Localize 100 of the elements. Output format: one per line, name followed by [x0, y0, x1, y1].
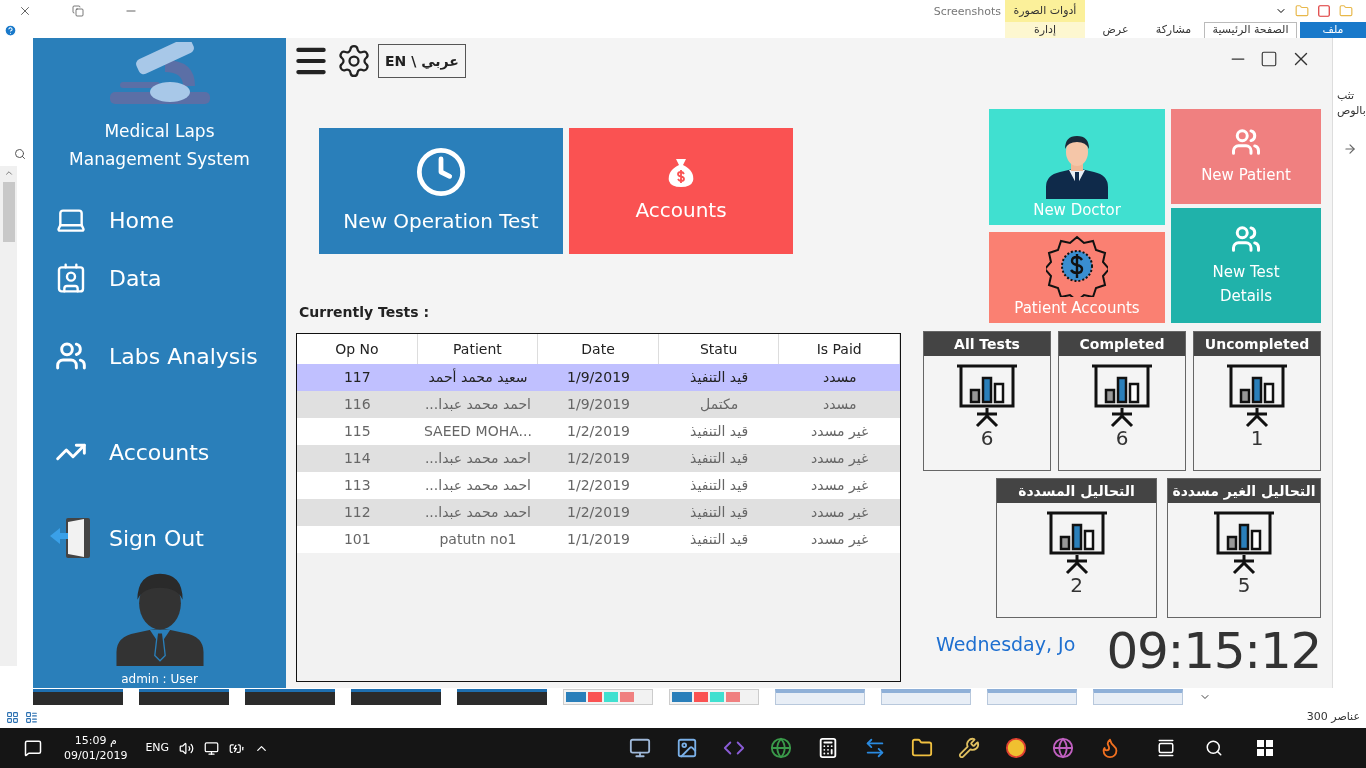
table-cell-text: قيد التنفيذ	[690, 476, 749, 495]
table-cell-text: 113	[343, 476, 371, 495]
thumbnail[interactable]	[139, 689, 229, 705]
nav-item[interactable]: Accounts	[33, 432, 286, 472]
close-icon[interactable]	[18, 4, 32, 18]
folder-icon[interactable]	[911, 737, 934, 759]
thumbnail[interactable]	[351, 689, 441, 705]
dollar-badge-icon	[1046, 234, 1108, 297]
table-cell-text: 1/2/2019	[567, 422, 630, 441]
table-cell-text: ...احمد محمد عبدا	[424, 449, 531, 468]
search-icon[interactable]	[1205, 739, 1224, 757]
app-title: Medical Laps	[104, 120, 215, 142]
search-icon	[14, 148, 26, 160]
table-cell-text: غير مسدد	[811, 530, 869, 549]
stat-value: 5	[1237, 575, 1251, 595]
stat-title: التحاليل الغير مسددة	[1168, 479, 1320, 503]
tile-button[interactable]: New Operation Test	[319, 128, 563, 254]
user-label: admin : User	[121, 671, 198, 688]
table-cell-text: غير مسدد	[811, 449, 869, 468]
circle-icon[interactable]	[1005, 737, 1028, 759]
window-title: Screenshots	[933, 4, 1001, 20]
table-cell-text: قيد التنفيذ	[690, 503, 749, 522]
volume-icon[interactable]	[179, 740, 195, 756]
users-icon	[55, 340, 87, 372]
scrollbar-thumb[interactable]	[2, 182, 15, 242]
presentation-chart-icon	[1090, 364, 1154, 428]
language-button[interactable]: EN \ عربي	[378, 44, 466, 78]
table-cell-text: ...احمد محمد عبدا	[424, 395, 531, 414]
table-cell-text: ...احمد محمد عبدا	[424, 503, 531, 522]
doctor-figure-icon	[1044, 134, 1110, 199]
ribbon-tab[interactable]: عرض	[1088, 22, 1143, 38]
thumbnail[interactable]	[457, 689, 547, 705]
ribbon-tab[interactable]: الصفحة الرئيسية	[1204, 22, 1297, 38]
table-cell-text: 115	[343, 422, 371, 441]
stat-card[interactable]: Uncompleted 1	[1193, 331, 1321, 471]
table-cell-text: قيد التنفيذ	[690, 449, 749, 468]
nav-item[interactable]: Labs Analysis	[33, 336, 286, 376]
thumbnail[interactable]	[245, 689, 335, 705]
table-cell-text: 1/2/2019	[567, 449, 630, 468]
stat-title: Uncompleted	[1194, 332, 1320, 356]
ribbon-tab[interactable]: إدارة	[1005, 22, 1085, 38]
item-count: 300 عناصر	[1306, 708, 1360, 725]
users-icon	[1231, 223, 1261, 254]
table-cell-text: مسدد	[822, 395, 857, 414]
table-cell-text: قيد التنفيذ	[690, 422, 749, 441]
table-cell-text: مكتمل	[700, 395, 739, 414]
scrollbar[interactable]	[0, 166, 17, 666]
help-icon[interactable]	[4, 23, 17, 37]
table-cell-text: غير مسدد	[811, 422, 869, 441]
thumbnail[interactable]	[1093, 689, 1183, 705]
monitor-icon[interactable]	[629, 737, 652, 759]
thumbnail[interactable]	[33, 689, 123, 705]
clock-icon	[415, 146, 467, 198]
globe-icon[interactable]	[1052, 737, 1075, 759]
thumbnail[interactable]	[987, 689, 1077, 705]
thumbnail[interactable]	[775, 689, 865, 705]
table-cell-text: 1/9/2019	[567, 395, 630, 414]
table-cell-text: patutn no1	[439, 530, 517, 549]
table-title: Currently Tests :	[299, 303, 431, 322]
table-cell-text: 112	[343, 503, 371, 522]
stat-value: 1	[1250, 428, 1264, 448]
task-view-icon[interactable]	[1157, 739, 1176, 757]
image-icon[interactable]	[676, 737, 699, 759]
details-view-icon[interactable]	[25, 710, 38, 724]
table-cell-text: غير مسدد	[811, 503, 869, 522]
presentation-chart-icon	[1044, 511, 1109, 575]
table-cell-text: غير مسدد	[811, 476, 869, 495]
start-icon[interactable]	[1257, 740, 1274, 756]
restore-icon[interactable]	[72, 5, 84, 17]
stat-value: 2	[1070, 575, 1083, 595]
wrench-icon[interactable]	[958, 737, 981, 759]
tiles-view-icon[interactable]	[6, 710, 19, 724]
users-icon	[1231, 126, 1261, 157]
stat-card[interactable]: Completed 6	[1058, 331, 1186, 471]
network-icon[interactable]	[204, 740, 220, 756]
nav-item[interactable]: Data	[33, 258, 286, 298]
stat-title: التحاليل المسددة	[997, 479, 1156, 503]
app-title: Management System	[69, 148, 250, 170]
stat-card[interactable]: All Tests 6	[923, 331, 1051, 471]
table-cell-text: قيد التنفيذ	[690, 368, 749, 387]
table-cell-text: مسدد	[822, 368, 857, 387]
ribbon-tab[interactable]: ملف	[1300, 22, 1366, 38]
table-cell-text: 1/1/2019	[567, 530, 630, 549]
table-cell-text: ...احمد محمد عبدا	[424, 476, 531, 495]
nav-item[interactable]: Sign Out	[33, 518, 286, 558]
language-indicator[interactable]: ENG	[145, 739, 170, 757]
table-cell-text: 114	[343, 449, 371, 468]
nav-item[interactable]: Home	[33, 200, 286, 240]
maximize-icon[interactable]	[1260, 50, 1278, 68]
presentation-chart-icon	[1225, 364, 1289, 428]
notification-icon[interactable]	[24, 739, 42, 757]
settings-icon[interactable]	[336, 43, 372, 79]
table-cell-text: SAEED MOHA...	[423, 422, 532, 441]
globe-icon[interactable]	[770, 737, 793, 759]
table-cell-text: 101	[343, 530, 371, 549]
stat-title: All Tests	[924, 332, 1050, 356]
taskbar-time[interactable]: 15:09 م	[74, 733, 117, 748]
taskbar-date[interactable]: 09/01/2019	[64, 748, 128, 763]
thumbnail[interactable]	[881, 689, 971, 705]
ribbon-tab[interactable]: مشاركة	[1146, 22, 1201, 38]
